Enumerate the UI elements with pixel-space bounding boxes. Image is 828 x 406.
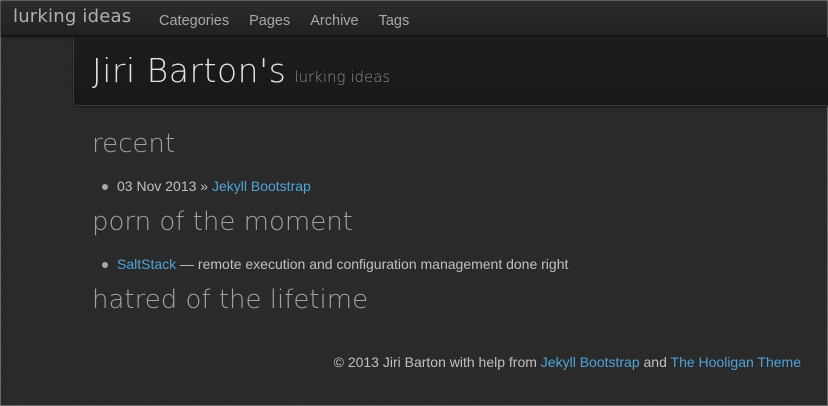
footer-text: © 2013 Jiri Barton with help from bbox=[333, 354, 537, 370]
brand-link[interactable]: lurking ideas bbox=[13, 6, 131, 27]
page-header: Jiri Barton's lurking ideas bbox=[73, 37, 828, 106]
page-title-text: Jiri Barton's bbox=[92, 51, 287, 90]
section-heading-hatred: hatred of the lifetime bbox=[92, 285, 369, 315]
list-item: 03 Nov 2013 » Jekyll Bootstrap bbox=[101, 178, 311, 194]
footer-hooligan-theme-link[interactable]: The Hooligan Theme bbox=[671, 354, 801, 370]
footer-and-text: and bbox=[643, 354, 667, 370]
saltstack-link[interactable]: SaltStack bbox=[117, 256, 176, 272]
nav-menu: Categories Pages Archive Tags bbox=[159, 10, 429, 29]
bullet-icon bbox=[102, 262, 108, 268]
nav-item-archive: Archive bbox=[310, 10, 358, 29]
post-link[interactable]: Jekyll Bootstrap bbox=[212, 178, 311, 194]
page-subtitle: lurking ideas bbox=[294, 68, 391, 86]
porn-list: SaltStack — remote execution and configu… bbox=[101, 256, 568, 272]
footer: © 2013 Jiri Barton with help from Jekyll… bbox=[334, 354, 801, 370]
nav-item-pages: Pages bbox=[249, 10, 290, 29]
nav-link-categories[interactable]: Categories bbox=[159, 13, 229, 29]
list-item: SaltStack — remote execution and configu… bbox=[101, 256, 568, 272]
post-separator: » bbox=[200, 178, 209, 194]
navbar: lurking ideas Categories Pages Archive T… bbox=[1, 1, 827, 36]
section-heading-recent: recent bbox=[92, 129, 176, 159]
section-heading-porn: porn of the moment bbox=[92, 207, 353, 237]
nav-link-tags[interactable]: Tags bbox=[379, 13, 410, 29]
nav-item-categories: Categories bbox=[159, 10, 229, 29]
page-title: Jiri Barton's lurking ideas bbox=[92, 51, 390, 90]
recent-posts-list: 03 Nov 2013 » Jekyll Bootstrap bbox=[101, 178, 311, 194]
item-description: — remote execution and configuration man… bbox=[180, 256, 569, 272]
nav-item-tags: Tags bbox=[379, 10, 410, 29]
bullet-icon bbox=[102, 184, 108, 190]
post-date: 03 Nov 2013 bbox=[117, 178, 197, 194]
nav-link-archive[interactable]: Archive bbox=[310, 13, 358, 29]
footer-jekyll-bootstrap-link[interactable]: Jekyll Bootstrap bbox=[541, 354, 640, 370]
nav-link-pages[interactable]: Pages bbox=[249, 13, 290, 29]
